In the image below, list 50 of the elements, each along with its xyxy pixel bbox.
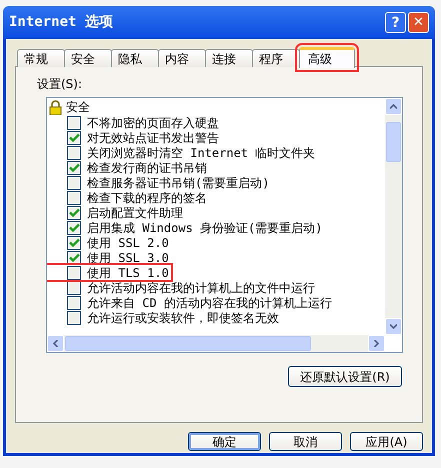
scroll-thumb[interactable]	[65, 336, 311, 351]
tab[interactable]: 连接	[205, 49, 253, 67]
checkbox[interactable]	[67, 296, 81, 310]
padlock-icon	[49, 100, 62, 114]
checkbox[interactable]	[67, 176, 81, 190]
settings-label: 设置(S):	[37, 76, 84, 93]
checkbox[interactable]	[67, 116, 81, 130]
setting-label: 对无效站点证书发出警告	[87, 130, 219, 146]
checkbox[interactable]	[67, 160, 81, 174]
setting-label: 检查服务器证书吊销(需要重启动)	[87, 174, 270, 192]
setting-label: 检查下载的程序的签名	[87, 190, 207, 206]
tab[interactable]: 隐私	[111, 49, 159, 67]
tab[interactable]: 程序	[252, 49, 300, 67]
setting-label: 允许运行或安装软件，即使签名无效	[87, 310, 279, 326]
setting-label: 检查发行商的证书吊销	[87, 160, 207, 176]
restore-defaults-button[interactable]: 还原默认设置(R)	[288, 366, 402, 387]
checkbox[interactable]	[67, 130, 81, 144]
group-label: 安全	[66, 99, 90, 116]
close-button[interactable]: ✕	[408, 12, 429, 33]
tab[interactable]: 安全	[64, 49, 112, 67]
setting-label: 使用 SSL 2.0	[87, 234, 169, 252]
setting-label: 使用 TLS 1.0	[87, 264, 169, 282]
scroll-down-button[interactable]	[385, 318, 402, 335]
help-button[interactable]: ?	[385, 12, 406, 33]
setting-label: 允许来自 CD 的活动内容在我的计算机上运行	[87, 294, 332, 312]
dialog-button[interactable]: 取消	[269, 432, 342, 451]
window-title: Internet 选项	[9, 13, 114, 32]
scroll-thumb[interactable]	[386, 122, 401, 162]
setting-label: 启用集成 Windows 身份验证(需要重启动)	[87, 220, 322, 236]
tab[interactable]: 内容	[158, 49, 206, 67]
tab[interactable]: 常规	[17, 49, 65, 67]
dialog-button[interactable]: 应用(A)	[350, 432, 423, 451]
checkbox[interactable]	[67, 190, 81, 204]
checkbox[interactable]	[67, 250, 81, 264]
checkbox[interactable]	[67, 206, 81, 220]
checkbox[interactable]	[67, 266, 81, 280]
checkbox[interactable]	[67, 220, 81, 234]
setting-label: 不将加密的页面存入硬盘	[87, 114, 219, 132]
scroll-left-button[interactable]	[47, 335, 64, 352]
scroll-up-button[interactable]	[385, 98, 402, 115]
checkbox[interactable]	[67, 146, 81, 160]
setting-label: 允许活动内容在我的计算机上的文件中运行	[87, 280, 315, 296]
setting-label: 关闭浏览器时清空 Internet 临时文件夹	[87, 144, 316, 162]
checkbox[interactable]	[67, 310, 81, 324]
vertical-scrollbar[interactable]	[385, 98, 402, 335]
checkbox[interactable]	[67, 236, 81, 250]
setting-label: 启动配置文件助理	[87, 204, 183, 222]
horizontal-scrollbar[interactable]	[47, 335, 385, 352]
scroll-right-button[interactable]	[368, 335, 385, 352]
dialog-button[interactable]: 确定	[188, 432, 261, 451]
